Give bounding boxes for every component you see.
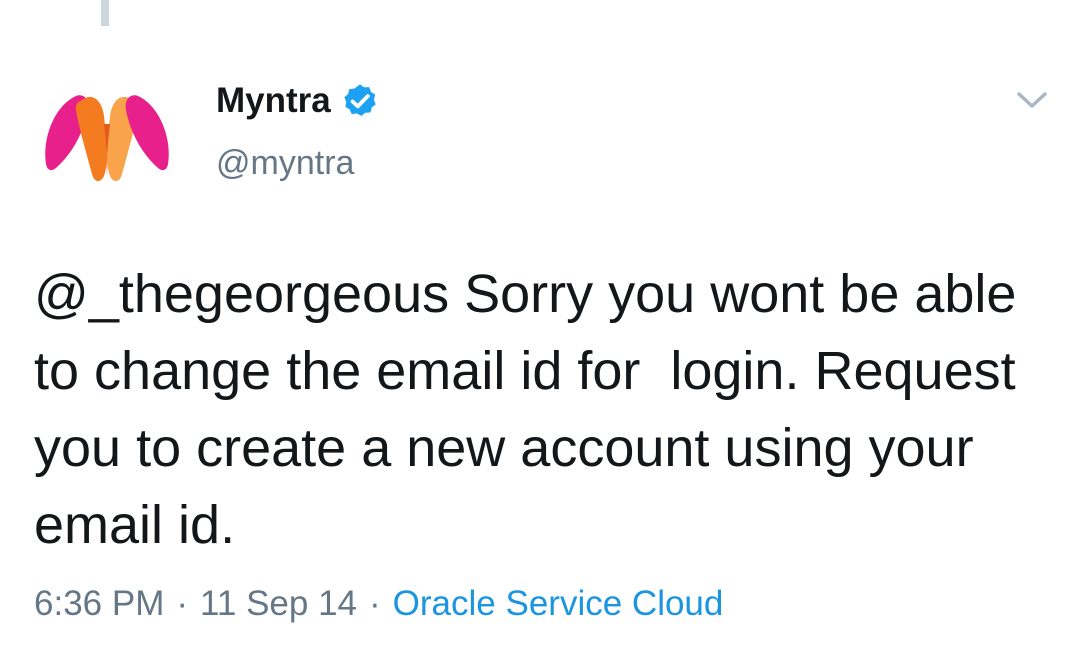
author-name-row: Myntra — [216, 78, 379, 124]
verified-badge-icon — [341, 82, 379, 120]
author-handle[interactable]: @myntra — [216, 144, 379, 183]
chevron-down-icon[interactable] — [1014, 86, 1050, 114]
tweet-time[interactable]: 6:36 PM — [34, 584, 164, 624]
meta-separator: · — [369, 584, 381, 623]
myntra-logo-icon — [45, 95, 169, 182]
display-name[interactable]: Myntra — [216, 81, 331, 121]
tweet-metadata: 6:36 PM · 11 Sep 14 · Oracle Service Clo… — [34, 584, 723, 624]
tweet-date[interactable]: 11 Sep 14 — [200, 584, 357, 624]
tweet-source-link[interactable]: Oracle Service Cloud — [393, 584, 724, 624]
meta-separator: · — [176, 584, 189, 623]
thread-connector-line — [101, 0, 109, 26]
tweet-text: @_thegeorgeous Sorry you wont be able to… — [34, 264, 1032, 555]
tweet-author[interactable]: Myntra @myntra — [216, 78, 379, 183]
avatar[interactable] — [32, 64, 182, 214]
